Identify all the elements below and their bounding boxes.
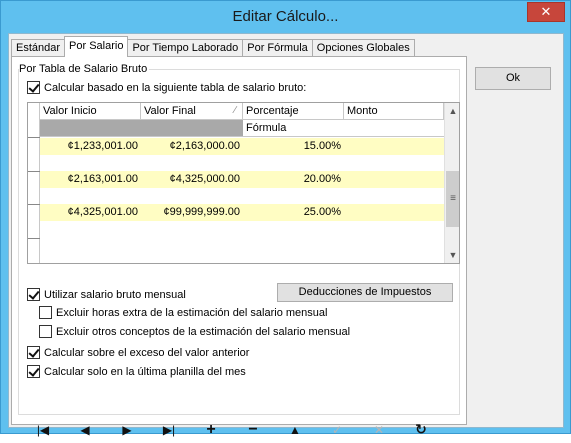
- cell-valor-final[interactable]: ¢2,163,000.00: [141, 138, 240, 155]
- row-indicator-column: [28, 103, 40, 263]
- first-icon: |◀: [36, 422, 50, 437]
- cell-porcentaje[interactable]: 20.00%: [243, 171, 341, 188]
- salary-grid[interactable]: Valor Inicio Valor Final ∕ Porcentaje Mo…: [27, 102, 460, 264]
- excess-previous-checkbox[interactable]: [27, 346, 40, 359]
- cell-valor-final[interactable]: ¢4,325,000.00: [141, 171, 240, 188]
- post-icon: ✓: [331, 422, 343, 437]
- scroll-thumb[interactable]: ≡: [446, 171, 459, 227]
- delete-icon: −: [248, 420, 258, 438]
- tax-deductions-button[interactable]: Deducciones de Impuestos: [277, 283, 453, 302]
- nav-insert-button[interactable]: +: [190, 418, 232, 441]
- ok-button[interactable]: Ok: [475, 67, 551, 90]
- cell-valor-final[interactable]: ¢99,999,999.00: [141, 204, 240, 221]
- exclude-overtime-label: Excluir horas extra de la estimación del…: [56, 306, 328, 319]
- last-icon: ▶|: [162, 422, 176, 437]
- formula-header: Fórmula: [243, 120, 444, 137]
- monthly-gross-label: Utilizar salario bruto mensual: [44, 288, 186, 301]
- cell-porcentaje[interactable]: 15.00%: [243, 138, 341, 155]
- tab-por-salario[interactable]: Por Salario: [64, 36, 129, 57]
- next-icon: ▶: [122, 422, 132, 437]
- table-row[interactable]: ¢1,233,001.00 ¢2,163,000.00 15.00%: [40, 138, 444, 155]
- nav-next-button[interactable]: ▶: [106, 418, 148, 441]
- formula-band-empty: [40, 120, 243, 137]
- nav-post-button[interactable]: ✓: [316, 418, 358, 441]
- scroll-down-icon[interactable]: ▼: [445, 247, 459, 263]
- nav-edit-button[interactable]: ▲: [274, 418, 316, 441]
- header-valor-final-label: Valor Final: [144, 105, 196, 117]
- cell-porcentaje[interactable]: 25.00%: [243, 204, 341, 221]
- last-payroll-checkbox[interactable]: [27, 365, 40, 378]
- window-title: Editar Cálculo...: [232, 8, 339, 25]
- header-valor-final[interactable]: Valor Final ∕: [141, 103, 243, 120]
- close-button[interactable]: ✕: [527, 2, 565, 22]
- dialog-window: Editar Cálculo... ✕ Estándar Por Salario…: [0, 0, 571, 438]
- monthly-gross-row[interactable]: Utilizar salario bruto mensual: [27, 288, 186, 301]
- edit-icon: ▲: [289, 422, 301, 437]
- exclude-overtime-checkbox[interactable]: [39, 306, 52, 319]
- nav-first-button[interactable]: |◀: [22, 418, 64, 441]
- exclude-other-checkbox[interactable]: [39, 325, 52, 338]
- prior-icon: ◀: [80, 422, 90, 437]
- header-porcentaje[interactable]: Porcentaje: [243, 103, 344, 120]
- nav-refresh-button[interactable]: ↻: [400, 418, 442, 441]
- monthly-gross-checkbox[interactable]: [27, 288, 40, 301]
- last-payroll-label: Calcular solo en la última planilla del …: [44, 365, 246, 378]
- header-monto[interactable]: Monto: [344, 103, 444, 120]
- cancel-icon: ✕: [373, 422, 385, 437]
- title-bar[interactable]: Editar Cálculo... ✕: [1, 1, 570, 33]
- sort-icon: ∕: [234, 105, 236, 116]
- calc-table-checkbox[interactable]: [27, 81, 40, 94]
- row-separator: [28, 137, 40, 138]
- refresh-icon: ↻: [415, 421, 427, 437]
- nav-last-button[interactable]: ▶|: [148, 418, 190, 441]
- last-payroll-row[interactable]: Calcular solo en la última planilla del …: [27, 365, 246, 378]
- exclude-other-label: Excluir otros conceptos de la estimación…: [56, 325, 351, 338]
- nav-delete-button[interactable]: −: [232, 418, 274, 441]
- table-row[interactable]: ¢2,163,001.00 ¢4,325,000.00 20.00%: [40, 171, 444, 188]
- nav-cancel-button[interactable]: ✕: [358, 418, 400, 441]
- record-navigator: |◀ ◀ ▶ ▶| + − ▲ ✓ ✕ ↻: [22, 416, 442, 443]
- exclude-overtime-row[interactable]: Excluir horas extra de la estimación del…: [39, 306, 327, 319]
- group-label: Por Tabla de Salario Bruto: [19, 63, 150, 75]
- calc-table-row[interactable]: Calcular basado en la siguiente tabla de…: [27, 81, 306, 94]
- row-separator: [28, 238, 40, 239]
- row-separator: [28, 171, 40, 172]
- header-valor-inicio[interactable]: Valor Inicio: [40, 103, 141, 120]
- table-row[interactable]: ¢4,325,001.00 ¢99,999,999.00 25.00%: [40, 204, 444, 221]
- cell-valor-inicio[interactable]: ¢2,163,001.00: [40, 171, 138, 188]
- cell-valor-inicio[interactable]: ¢1,233,001.00: [40, 138, 138, 155]
- cell-valor-inicio[interactable]: ¢4,325,001.00: [40, 204, 138, 221]
- exclude-other-row[interactable]: Excluir otros conceptos de la estimación…: [39, 325, 350, 338]
- tab-opciones-globales[interactable]: Opciones Globales: [311, 39, 415, 57]
- excess-previous-row[interactable]: Calcular sobre el exceso del valor anter…: [27, 346, 249, 359]
- nav-prior-button[interactable]: ◀: [64, 418, 106, 441]
- tab-strip: Estándar Por Salario Por Tiempo Laborado…: [11, 36, 415, 57]
- insert-icon: +: [206, 420, 216, 438]
- vertical-scrollbar[interactable]: ▲ ≡ ▼: [444, 103, 459, 263]
- excess-previous-label: Calcular sobre el exceso del valor anter…: [44, 346, 250, 359]
- salary-table-group: Por Tabla de Salario Bruto Calcular basa…: [18, 63, 460, 415]
- tab-por-tiempo-laborado[interactable]: Por Tiempo Laborado: [127, 39, 244, 57]
- close-icon: ✕: [540, 4, 552, 19]
- calc-table-label: Calcular basado en la siguiente tabla de…: [44, 81, 307, 94]
- tab-panel: Por Tabla de Salario Bruto Calcular basa…: [11, 56, 467, 438]
- dialog-body: Estándar Por Salario Por Tiempo Laborado…: [8, 33, 564, 438]
- tab-estandar[interactable]: Estándar: [11, 39, 66, 57]
- tab-por-formula[interactable]: Por Fórmula: [242, 39, 313, 57]
- scroll-up-icon[interactable]: ▲: [445, 103, 459, 119]
- row-separator: [28, 204, 40, 205]
